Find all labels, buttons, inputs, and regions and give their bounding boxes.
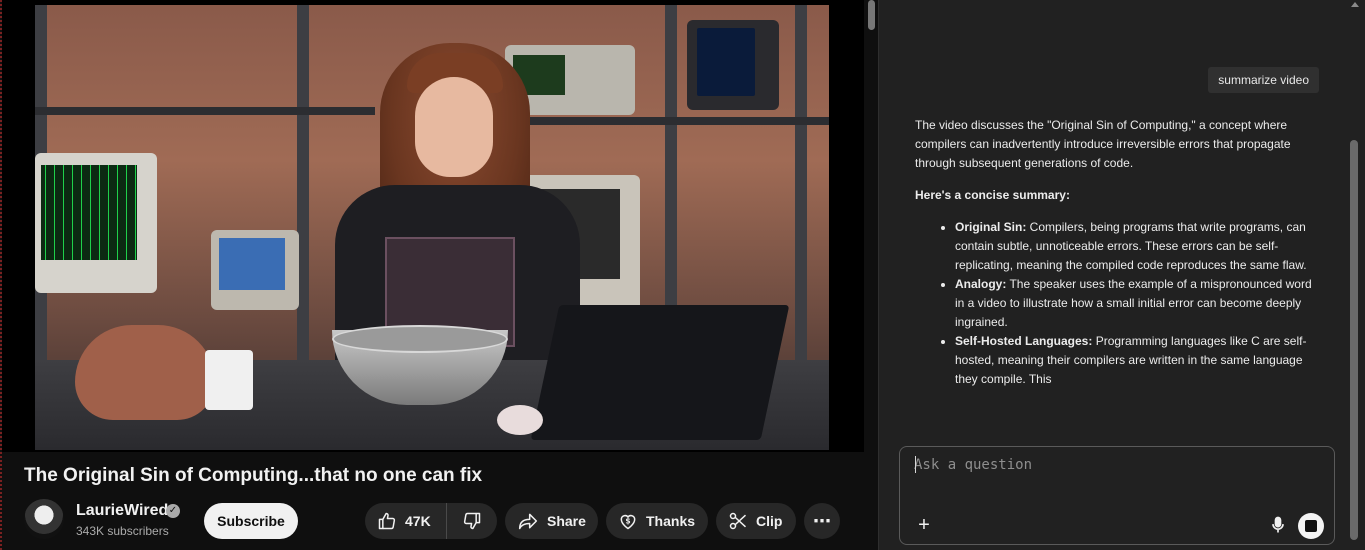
bullet-term: Original Sin: (955, 220, 1027, 234)
subscribe-label: Subscribe (217, 513, 285, 529)
share-arrow-icon (518, 513, 538, 530)
like-dislike-group: 47K (365, 503, 497, 539)
laptop (530, 305, 790, 440)
assistant-response: The video discusses the "Original Sin of… (915, 116, 1321, 389)
share-button[interactable]: Share (505, 503, 598, 539)
dislike-button[interactable] (447, 503, 497, 539)
panel-scrollbar[interactable] (1348, 0, 1362, 550)
subscriber-count: 343K subscribers (76, 524, 169, 538)
thanks-label: Thanks (646, 513, 696, 529)
video-player[interactable] (2, 0, 864, 452)
microphone-button[interactable] (1268, 515, 1288, 535)
question-composer: + (899, 446, 1335, 545)
thumbs-down-icon (463, 512, 481, 530)
person-face (415, 77, 493, 177)
mug (205, 350, 253, 410)
thumbs-up-icon (378, 512, 396, 530)
video-column: The Original Sin of Computing...that no … (0, 0, 868, 550)
share-label: Share (547, 513, 586, 529)
heart-dollar-icon: $ (620, 514, 636, 530)
subscribe-button[interactable]: Subscribe (204, 503, 298, 539)
panel-scrollbar-thumb[interactable] (1350, 140, 1358, 540)
text-caret (915, 456, 916, 473)
page-scrollbar-thumb[interactable] (868, 0, 875, 30)
page-scrollbar[interactable] (867, 0, 876, 550)
plush-toy (75, 325, 215, 420)
verified-badge-icon: ✓ (166, 504, 180, 518)
response-intro: The video discusses the "Original Sin of… (915, 118, 1291, 170)
crt-monitor-blue (687, 20, 779, 110)
microphone-icon (1272, 516, 1284, 533)
crt-monitor-matrix (35, 153, 157, 293)
plus-icon: + (918, 514, 930, 536)
response-bullet-list: Original Sin: Compilers, being programs … (915, 218, 1321, 389)
add-attachment-button[interactable]: + (914, 515, 934, 535)
clip-button[interactable]: Clip (716, 503, 796, 539)
channel-avatar[interactable] (24, 499, 64, 539)
metal-bowl-rim (332, 325, 508, 353)
scissors-icon (729, 512, 747, 530)
video-title: The Original Sin of Computing...that no … (24, 465, 483, 486)
assistant-panel: summarize video The video discusses the … (878, 0, 1365, 550)
bullet-term: Analogy: (955, 277, 1007, 291)
user-message-bubble: summarize video (1208, 67, 1319, 93)
more-actions-button[interactable]: ⋯ (804, 503, 840, 539)
list-item: Original Sin: Compilers, being programs … (955, 218, 1321, 275)
bullet-term: Self-Hosted Languages: (955, 334, 1093, 348)
response-summary-heading: Here's a concise summary: (915, 188, 1070, 202)
like-button[interactable]: 47K (365, 503, 447, 539)
svg-text:$: $ (625, 517, 630, 526)
list-item: Analogy: The speaker uses the example of… (955, 275, 1321, 332)
bullet-text: The speaker uses the example of a mispro… (955, 277, 1312, 329)
like-count: 47K (405, 513, 431, 529)
stop-icon (1305, 520, 1317, 532)
question-input[interactable] (914, 453, 1314, 477)
clip-label: Clip (756, 513, 783, 529)
more-horizontal-icon: ⋯ (813, 510, 831, 531)
stop-generating-button[interactable] (1298, 513, 1324, 539)
channel-name[interactable]: LaurieWired (76, 502, 168, 520)
list-item: Self-Hosted Languages: Programming langu… (955, 332, 1321, 389)
shelf-board (35, 107, 375, 115)
shelf-board (485, 117, 829, 125)
crt-monitor-small (211, 230, 299, 310)
thanks-button[interactable]: $ Thanks (606, 503, 708, 539)
video-frame[interactable] (35, 5, 829, 450)
scroll-up-arrow-icon[interactable] (1351, 2, 1359, 7)
computer-mouse (497, 405, 543, 435)
